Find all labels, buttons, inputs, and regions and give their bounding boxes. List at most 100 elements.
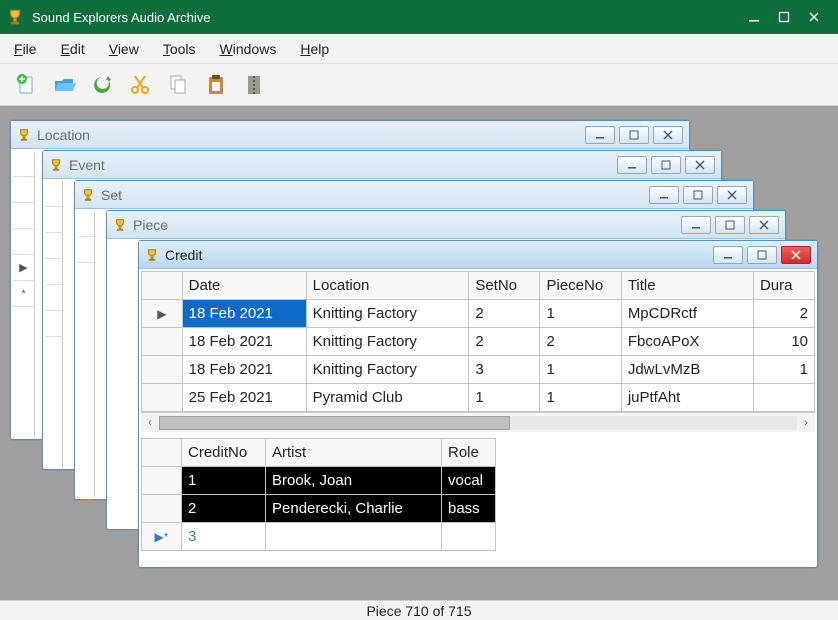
menu-help[interactable]: Help [300,41,329,57]
cell-setno[interactable]: 3 [469,356,540,384]
menu-file[interactable]: File [14,41,37,57]
mdi-maximize-button[interactable] [683,186,713,204]
mdi-maximize-button[interactable] [715,216,745,234]
mdi-title-credit: Credit [165,247,707,263]
cell-date[interactable]: 18 Feb 2021 [182,328,306,356]
open-icon[interactable] [50,71,78,99]
window-maximize-button[interactable] [778,11,790,23]
cell-setno[interactable]: 2 [469,300,540,328]
col-title[interactable]: Title [621,272,753,300]
table-row[interactable]: ▶ 18 Feb 2021 Knitting Factory 2 1 MpCDR… [142,300,815,328]
trophy-icon [81,188,95,202]
toolbar [0,64,838,106]
mdi-close-button[interactable] [781,246,811,264]
mdi-title-event: Event [69,157,611,173]
mdi-window-credit[interactable]: Credit Date Location SetNo PieceNo [138,240,818,568]
menu-bar: File Edit View Tools Windows Help [0,34,838,64]
cell-location[interactable]: Knitting Factory [306,300,469,328]
cell-pieceno[interactable]: 1 [540,356,621,384]
cell-role[interactable]: bass [442,495,496,523]
window-close-button[interactable] [808,11,820,23]
cell-duration[interactable]: 2 [753,300,814,328]
status-text: Piece 710 of 715 [366,603,471,619]
mdi-close-button[interactable] [749,216,779,234]
app-title: Sound Explorers Audio Archive [32,10,748,25]
cut-icon[interactable] [126,71,154,99]
copy-icon[interactable] [164,71,192,99]
trophy-icon [113,218,127,232]
cell-creditno[interactable]: 1 [182,467,266,495]
mdi-maximize-button[interactable] [619,126,649,144]
cell-pieceno[interactable]: 2 [540,328,621,356]
col-role[interactable]: Role [442,439,496,467]
cell-duration[interactable] [753,384,814,412]
mdi-minimize-button[interactable] [713,246,743,264]
cell-date[interactable]: 18 Feb 2021 [182,356,306,384]
col-date[interactable]: Date [182,272,306,300]
cell-location[interactable]: Knitting Factory [306,356,469,384]
cell-creditno[interactable]: 3 [182,523,266,551]
cell-title[interactable]: juPtfAht [621,384,753,412]
cell-setno[interactable]: 1 [469,384,540,412]
col-artist[interactable]: Artist [266,439,442,467]
cell-artist[interactable]: Brook, Joan [266,467,442,495]
scroll-left-icon[interactable]: ‹ [141,414,159,432]
cell-setno[interactable]: 2 [469,328,540,356]
col-setno[interactable]: SetNo [469,272,540,300]
zip-icon[interactable] [240,71,268,99]
horizontal-scrollbar[interactable]: ‹ › [141,412,815,432]
cell-title[interactable]: FbcoAPoX [621,328,753,356]
cell-location[interactable]: Pyramid Club [306,384,469,412]
trophy-icon [17,128,31,142]
col-pieceno[interactable]: PieceNo [540,272,621,300]
cell-artist[interactable] [266,523,442,551]
cell-date[interactable]: 18 Feb 2021 [182,300,306,328]
menu-windows[interactable]: Windows [220,41,277,57]
pieces-grid[interactable]: Date Location SetNo PieceNo Title Dura ▶… [141,271,815,412]
cell-duration[interactable]: 10 [753,328,814,356]
table-row[interactable]: 2 Penderecki, Charlie bass [142,495,496,523]
mdi-maximize-button[interactable] [651,156,681,174]
mdi-minimize-button[interactable] [617,156,647,174]
refresh-icon[interactable] [88,71,116,99]
table-row[interactable]: 18 Feb 2021 Knitting Factory 3 1 JdwLvMz… [142,356,815,384]
cell-creditno[interactable]: 2 [182,495,266,523]
cell-date[interactable]: 25 Feb 2021 [182,384,306,412]
window-minimize-button[interactable] [748,11,760,23]
mdi-title-location: Location [37,127,579,143]
mdi-minimize-button[interactable] [585,126,615,144]
cell-role[interactable]: vocal [442,467,496,495]
cell-title[interactable]: JdwLvMzB [621,356,753,384]
mdi-close-button[interactable] [653,126,683,144]
menu-view[interactable]: View [109,41,139,57]
cell-pieceno[interactable]: 1 [540,300,621,328]
cell-duration[interactable]: 1 [753,356,814,384]
mdi-close-button[interactable] [685,156,715,174]
mdi-maximize-button[interactable] [747,246,777,264]
cell-pieceno[interactable]: 1 [540,384,621,412]
mdi-minimize-button[interactable] [681,216,711,234]
table-row-new[interactable]: ▶* 3 [142,523,496,551]
paste-icon[interactable] [202,71,230,99]
table-row[interactable]: 25 Feb 2021 Pyramid Club 1 1 juPtfAht [142,384,815,412]
col-duration[interactable]: Dura [753,272,814,300]
mdi-minimize-button[interactable] [649,186,679,204]
new-icon[interactable] [12,71,40,99]
scroll-right-icon[interactable]: › [797,414,815,432]
mdi-close-button[interactable] [717,186,747,204]
col-creditno[interactable]: CreditNo [182,439,266,467]
table-row[interactable]: 1 Brook, Joan vocal [142,467,496,495]
cell-location[interactable]: Knitting Factory [306,328,469,356]
app-icon [6,8,24,26]
cell-role[interactable] [442,523,496,551]
mdi-area: Location ▶* Event Set [0,106,838,600]
status-bar: Piece 710 of 715 [0,600,838,620]
table-row[interactable]: 18 Feb 2021 Knitting Factory 2 2 FbcoAPo… [142,328,815,356]
credits-grid[interactable]: CreditNo Artist Role 1 Brook, Joan vocal… [141,438,496,551]
row-indicator-icon: ▶ [142,300,183,328]
cell-title[interactable]: MpCDRctf [621,300,753,328]
menu-edit[interactable]: Edit [61,41,85,57]
menu-tools[interactable]: Tools [163,41,196,57]
col-location[interactable]: Location [306,272,469,300]
cell-artist[interactable]: Penderecki, Charlie [266,495,442,523]
